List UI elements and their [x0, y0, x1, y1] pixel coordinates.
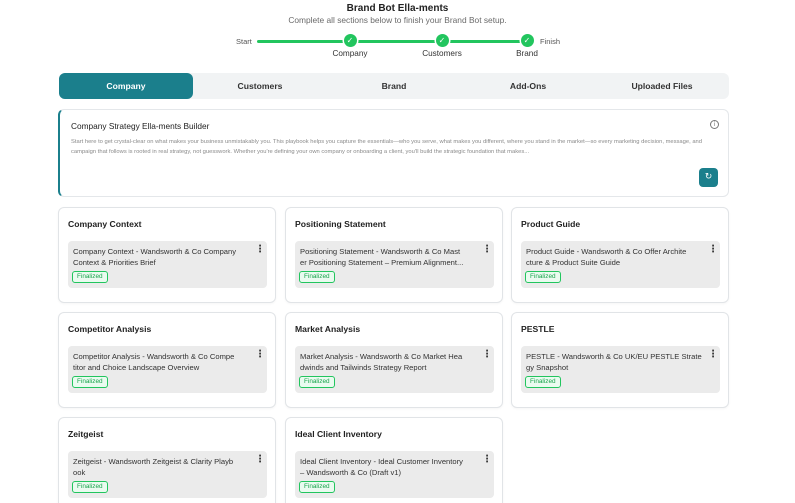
card-company-context: Company Context Company Context - Wandsw…	[58, 207, 276, 303]
card-title: Company Context	[68, 219, 142, 229]
progress-step-label: Company	[332, 49, 368, 58]
progress-step-label: Brand	[516, 49, 538, 58]
tab-company[interactable]: Company	[59, 73, 193, 99]
document-item[interactable]: Positioning Statement - Wandsworth & Co …	[295, 241, 494, 288]
check-icon: ✓	[520, 34, 534, 47]
card-positioning-statement: Positioning Statement Positioning Statem…	[285, 207, 503, 303]
more-vertical-icon[interactable]: ⋮	[708, 350, 718, 360]
document-title: Competitor Analysis - Wandsworth & Co Co…	[73, 352, 235, 372]
document-title: Market Analysis - Wandsworth & Co Market…	[300, 352, 463, 372]
more-vertical-icon[interactable]: ⋮	[255, 455, 265, 465]
status-badge: Finalized	[72, 271, 108, 283]
status-badge: Finalized	[299, 271, 335, 283]
status-badge: Finalized	[72, 376, 108, 388]
card-title: Ideal Client Inventory	[295, 429, 382, 439]
more-vertical-icon[interactable]: ⋮	[482, 455, 492, 465]
document-item[interactable]: Company Context - Wandsworth & Co Compan…	[68, 241, 267, 288]
status-badge: Finalized	[525, 376, 561, 388]
progress-step-label: Customers	[422, 49, 462, 58]
card-title: Product Guide	[521, 219, 581, 229]
setup-progress: Start Finish ✓ Company ✓ Customers ✓ Bra…	[0, 33, 795, 63]
status-badge: Finalized	[299, 481, 335, 493]
document-title: Positioning Statement - Wandsworth & Co …	[300, 247, 464, 267]
tab-add-ons[interactable]: Add-Ons	[461, 73, 595, 99]
card-title: Market Analysis	[295, 324, 361, 334]
progress-start-label: Start	[236, 37, 252, 46]
document-title: Zeitgeist - Wandsworth Zeitgeist & Clari…	[73, 457, 234, 477]
card-competitor-analysis: Competitor Analysis Competitor Analysis …	[58, 312, 276, 408]
more-vertical-icon[interactable]: ⋮	[482, 245, 492, 255]
info-icon[interactable]: i	[710, 120, 719, 129]
refresh-button[interactable]: ↻	[699, 168, 718, 187]
status-badge: Finalized	[72, 481, 108, 493]
document-title: Company Context - Wandsworth & Co Compan…	[73, 247, 237, 267]
card-title: Competitor Analysis	[68, 324, 152, 334]
more-vertical-icon[interactable]: ⋮	[708, 245, 718, 255]
tab-uploaded-files[interactable]: Uploaded Files	[595, 73, 729, 99]
tab-brand[interactable]: Brand	[327, 73, 461, 99]
tab-customers[interactable]: Customers	[193, 73, 327, 99]
card-title: PESTLE	[521, 324, 555, 334]
progress-step-brand: ✓ Brand	[497, 33, 557, 58]
more-vertical-icon[interactable]: ⋮	[482, 350, 492, 360]
progress-step-customers: ✓ Customers	[412, 33, 472, 58]
check-icon: ✓	[435, 34, 449, 47]
card-zeitgeist: Zeitgeist Zeitgeist - Wandsworth Zeitgei…	[58, 417, 276, 503]
page-title: Brand Bot Ella-ments	[346, 3, 449, 14]
check-icon: ✓	[343, 34, 357, 47]
document-item[interactable]: PESTLE - Wandsworth & Co UK/EU PESTLE St…	[521, 346, 720, 393]
strategy-builder-panel: Company Strategy Ella-ments Builder i St…	[58, 109, 729, 197]
more-vertical-icon[interactable]: ⋮	[255, 245, 265, 255]
page-subtitle: Complete all sections below to finish yo…	[288, 15, 507, 25]
card-product-guide: Product Guide Product Guide - Wandsworth…	[511, 207, 729, 303]
card-ideal-client-inventory: Ideal Client Inventory Ideal Client Inve…	[285, 417, 503, 503]
document-item[interactable]: Zeitgeist - Wandsworth Zeitgeist & Clari…	[68, 451, 267, 498]
card-title: Positioning Statement	[295, 219, 386, 229]
document-title: Ideal Client Inventory - Ideal Customer …	[300, 457, 463, 477]
document-title: PESTLE - Wandsworth & Co UK/EU PESTLE St…	[526, 352, 702, 372]
document-item[interactable]: Market Analysis - Wandsworth & Co Market…	[295, 346, 494, 393]
status-badge: Finalized	[525, 271, 561, 283]
card-pestle: PESTLE PESTLE - Wandsworth & Co UK/EU PE…	[511, 312, 729, 408]
card-market-analysis: Market Analysis Market Analysis - Wandsw…	[285, 312, 503, 408]
document-item[interactable]: Product Guide - Wandsworth & Co Offer Ar…	[521, 241, 720, 288]
document-title: Product Guide - Wandsworth & Co Offer Ar…	[526, 247, 687, 267]
section-tabs: Company Customers Brand Add-Ons Uploaded…	[59, 73, 729, 99]
status-badge: Finalized	[299, 376, 335, 388]
builder-description: Start here to get crystal-clear on what …	[71, 139, 702, 155]
builder-title: Company Strategy Ella-ments Builder	[71, 121, 210, 131]
progress-step-company: ✓ Company	[320, 33, 380, 58]
more-vertical-icon[interactable]: ⋮	[255, 350, 265, 360]
card-title: Zeitgeist	[68, 429, 104, 439]
document-item[interactable]: Ideal Client Inventory - Ideal Customer …	[295, 451, 494, 498]
document-item[interactable]: Competitor Analysis - Wandsworth & Co Co…	[68, 346, 267, 393]
progress-line	[257, 40, 531, 43]
